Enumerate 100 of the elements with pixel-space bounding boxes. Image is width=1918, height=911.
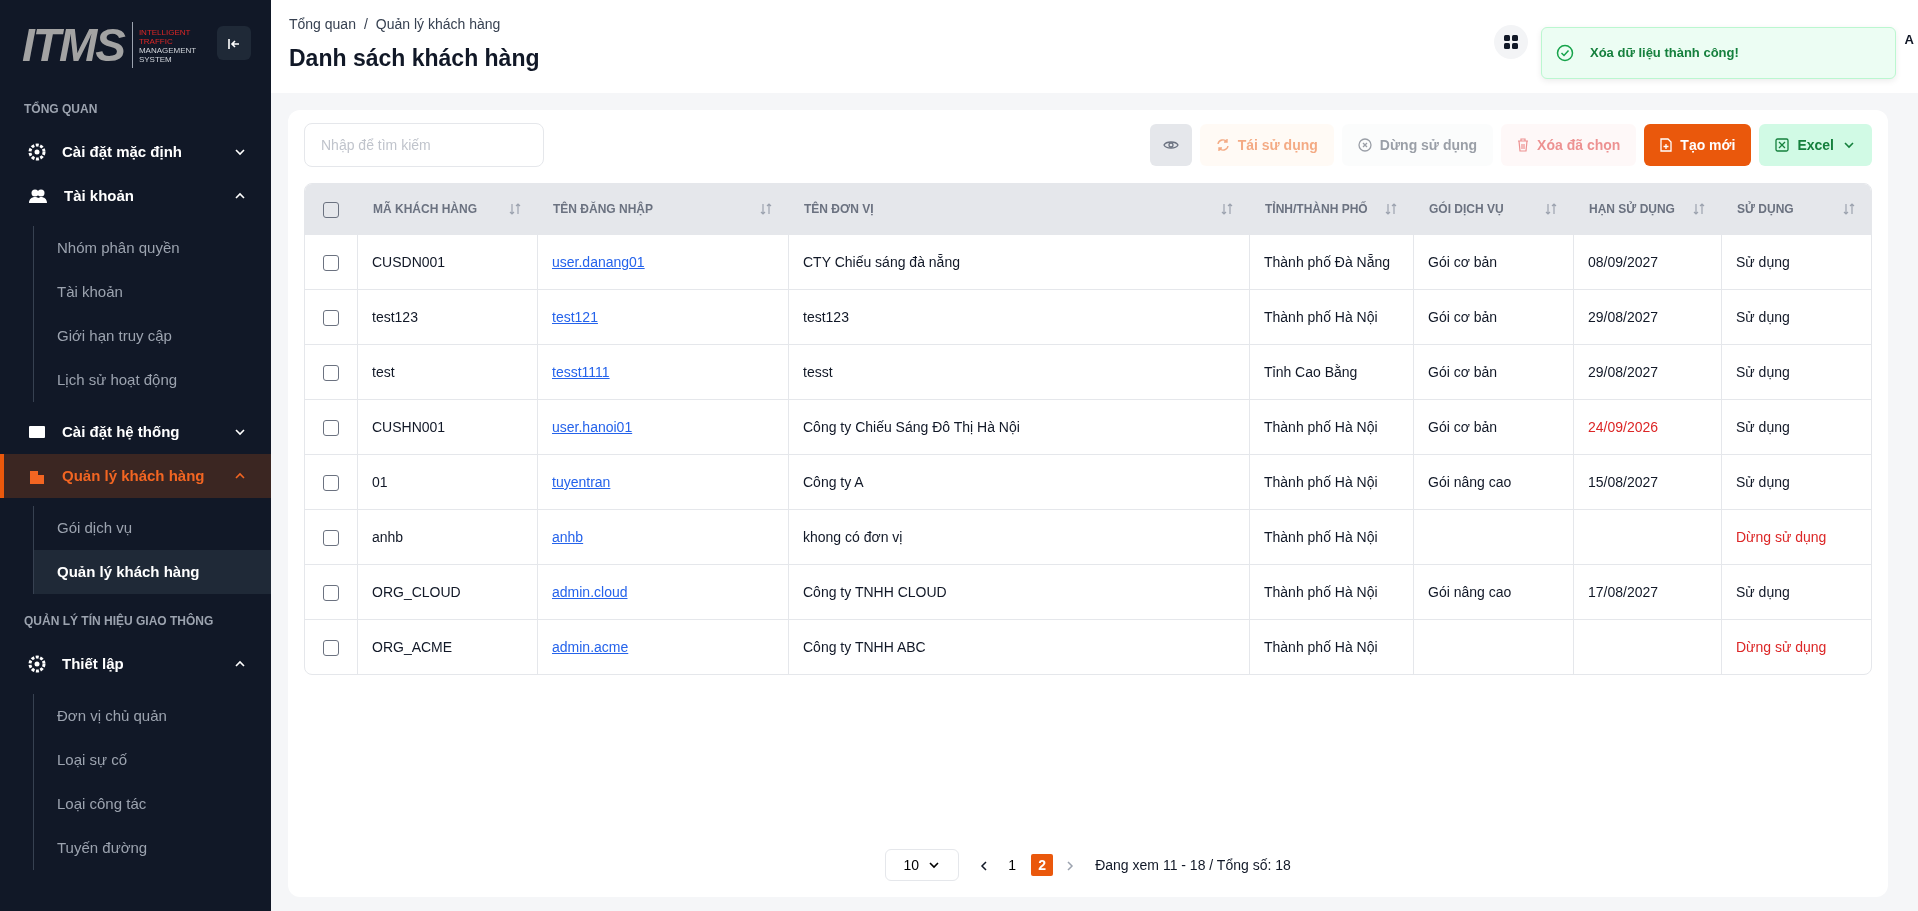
row-checkbox[interactable] — [323, 584, 339, 601]
table-cell: Thành phố Hà Nội — [1264, 308, 1378, 325]
spreadsheet-icon — [1775, 138, 1790, 152]
sidebar-subitem[interactable]: Lịch sử hoạt động — [34, 358, 271, 402]
row-checkbox[interactable] — [323, 529, 339, 546]
username-link[interactable]: user.danang01 — [552, 253, 645, 270]
sidebar-subitem[interactable]: Loại sự cố — [34, 738, 271, 782]
table-cell: Gói cơ bản — [1428, 253, 1498, 270]
row-checkbox[interactable] — [323, 364, 339, 381]
username-link[interactable]: user.hanoi01 — [552, 418, 633, 435]
table-cell: 29/08/2027 — [1588, 363, 1659, 380]
table-cell: ORG_ACME — [372, 638, 453, 655]
username-link[interactable]: admin.acme — [552, 638, 629, 655]
status-text: Dừng sử dụng — [1736, 638, 1827, 655]
users-icon — [28, 188, 48, 204]
grid-icon — [1504, 35, 1518, 50]
table-cell: tesst — [803, 363, 833, 380]
table-cell: 29/08/2027 — [1588, 308, 1659, 325]
sidebar-item[interactable]: Cài đặt mặc định — [0, 130, 271, 174]
sidebar-subitem[interactable]: Tài khoản — [34, 270, 271, 314]
column-header: HẠN SỬ DỤNG — [1589, 200, 1675, 218]
table-cell: Thành phố Hà Nội — [1264, 638, 1378, 655]
sidebar-section-title: QUẢN LÝ TÍN HIỆU GIAO THÔNG — [23, 612, 215, 630]
sidebar-item[interactable]: Cài đặt hệ thống — [0, 410, 271, 454]
table-cell: Thành phố Hà Nội — [1264, 528, 1378, 545]
chevron-right-icon — [1065, 860, 1076, 871]
table-cell: Thành phố Hà Nội — [1264, 473, 1378, 490]
search-field[interactable]: Nhập để tìm kiếm — [304, 123, 544, 167]
chevron-left-icon — [979, 860, 990, 871]
table-cell: 17/08/2027 — [1588, 583, 1659, 600]
status-text: Dừng sử dụng — [1736, 528, 1827, 545]
table-cell: Gói cơ bản — [1428, 363, 1498, 380]
row-checkbox[interactable] — [323, 254, 339, 271]
collapse-sidebar-button[interactable] — [217, 26, 251, 60]
sidebar-subitem[interactable]: Gói dịch vụ — [34, 506, 271, 550]
table-cell: khong có đơn vị — [803, 528, 903, 545]
toast-message: Xóa dữ liệu thành công! — [1590, 44, 1739, 63]
logo: ITMS INTELLIGENT TRAFFIC MANAGEMENT SYSTEM — [22, 22, 197, 68]
table-cell: 08/09/2027 — [1588, 253, 1659, 270]
x-circle-icon — [1357, 138, 1372, 152]
table-cell: test123 — [803, 308, 849, 325]
row-checkbox[interactable] — [323, 309, 339, 326]
sort-icon — [760, 203, 772, 215]
table-cell: Gói cơ bản — [1428, 418, 1498, 435]
username-link[interactable]: anhb — [552, 528, 584, 545]
gear-icon — [28, 143, 46, 161]
sidebar-subitem[interactable]: Giới hạn truy cập — [34, 314, 271, 358]
apps-button[interactable] — [1494, 25, 1528, 60]
eye-icon — [1162, 139, 1179, 151]
table-cell: test — [372, 363, 395, 380]
view-button[interactable] — [1149, 124, 1192, 166]
username-link[interactable]: tuyentran — [552, 473, 611, 490]
sidebar-subitem[interactable]: Tuyến đường — [34, 826, 271, 870]
user-name[interactable]: A — [1904, 30, 1914, 50]
page-size-select[interactable]: 10 — [885, 849, 960, 881]
status-text: Sử dụng — [1736, 253, 1790, 270]
username-link[interactable]: admin.cloud — [552, 583, 628, 600]
sidebar-item[interactable]: Quản lý khách hàng — [0, 454, 271, 498]
collapse-icon — [227, 36, 241, 51]
username-link[interactable]: tesst1111 — [552, 363, 610, 380]
sidebar-subitem[interactable]: Loại công tác — [34, 782, 271, 826]
row-checkbox[interactable] — [323, 419, 339, 436]
table-cell: Công ty TNHH CLOUD — [803, 583, 947, 600]
column-header: TÊN ĐĂNG NHẬP — [553, 200, 653, 218]
create-button[interactable]: Tạo mới — [1644, 124, 1752, 166]
page-button[interactable]: 1 — [1001, 854, 1024, 876]
table-cell: Công ty Chiếu Sáng Đô Thị Hà Nội — [803, 418, 1020, 435]
table-cell: 24/09/2026 — [1588, 418, 1659, 435]
column-header: TÊN ĐƠN VỊ — [804, 200, 874, 218]
sort-icon — [1385, 203, 1397, 215]
table-cell: test123 — [372, 308, 418, 325]
page-title: Danh sách khách hàng — [289, 44, 540, 73]
row-checkbox[interactable] — [323, 639, 339, 656]
status-text: Sử dụng — [1736, 418, 1790, 435]
table-cell: Tỉnh Cao Bằng — [1264, 363, 1358, 380]
table-cell: Công ty TNHH ABC — [803, 638, 926, 655]
table-cell: anhb — [372, 528, 404, 545]
gear-icon — [28, 655, 46, 673]
table-cell: CTY Chiếu sáng đà nẵng — [803, 253, 960, 270]
table-cell: CUSDN001 — [372, 253, 446, 270]
page-button[interactable]: 2 — [1031, 854, 1054, 876]
select-all-checkbox[interactable] — [323, 201, 339, 218]
excel-button[interactable]: Excel — [1759, 124, 1872, 166]
sidebar-item[interactable]: Thiết lập — [0, 642, 271, 686]
row-checkbox[interactable] — [323, 474, 339, 491]
sidebar-subitem[interactable]: Đơn vị chủ quản — [34, 694, 271, 738]
window-icon — [28, 424, 46, 440]
table-cell: Gói nâng cao — [1428, 473, 1512, 490]
breadcrumb-item: Quản lý khách hàng — [375, 15, 501, 34]
sidebar-subitem[interactable]: Quản lý khách hàng — [34, 550, 271, 594]
sort-icon — [1545, 203, 1557, 215]
status-text: Sử dụng — [1736, 583, 1790, 600]
sidebar-item[interactable]: Tài khoản — [0, 174, 271, 218]
sidebar-subitem[interactable]: Nhóm phân quyền — [34, 226, 271, 270]
table-cell: Công ty A — [803, 473, 864, 490]
sort-icon — [509, 203, 521, 215]
table-cell: CUSHN001 — [372, 418, 446, 435]
username-link[interactable]: test121 — [552, 308, 598, 325]
trash-icon — [1517, 138, 1530, 152]
breadcrumb-item[interactable]: Tổng quan — [289, 14, 356, 35]
